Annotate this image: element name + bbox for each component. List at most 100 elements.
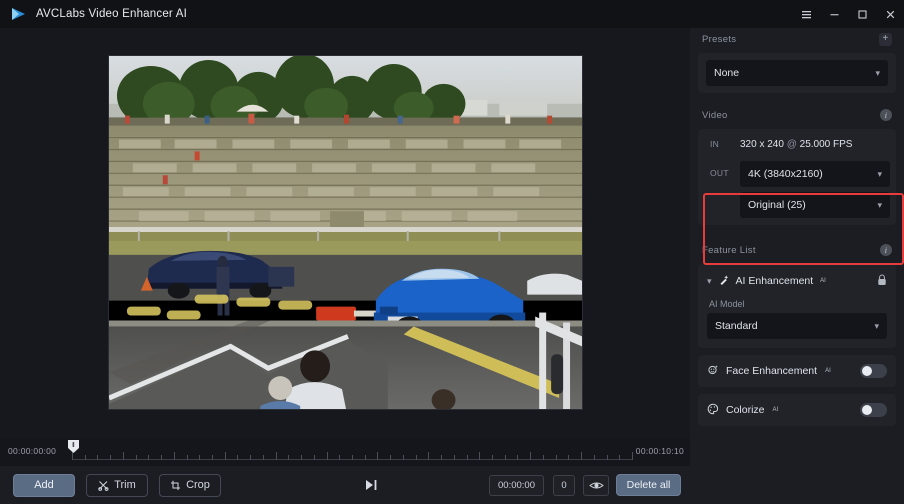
ruler-tick xyxy=(237,455,239,460)
crop-icon xyxy=(170,480,181,491)
ruler-tick xyxy=(530,452,532,460)
feature-list-section-label: Feature List xyxy=(702,244,756,256)
ruler-tick xyxy=(173,452,175,460)
playhead-marker[interactable] xyxy=(67,439,80,454)
ruler-tick xyxy=(301,455,303,460)
app-window: AVCLabs Video Enhancer AI 00:00:00:00 00… xyxy=(0,0,904,504)
colorize-toggle[interactable] xyxy=(860,403,887,417)
count-input-value: 0 xyxy=(561,479,567,491)
ruler-tick xyxy=(110,455,112,460)
trim-button[interactable]: Trim xyxy=(86,473,148,497)
ruler-tick xyxy=(593,455,595,460)
app-title: AVCLabs Video Enhancer AI xyxy=(36,8,187,20)
input-at-symbol: @ xyxy=(786,138,797,150)
ai-enhancement-row[interactable]: ▾ AI Enhancement AI xyxy=(707,270,887,292)
colorize-superscript: AI xyxy=(772,407,779,413)
ruler-tick xyxy=(250,455,252,460)
add-button-label: Add xyxy=(34,479,54,491)
ruler-tick xyxy=(364,455,366,460)
ruler-tick xyxy=(275,452,277,460)
chevron-down-icon: ▾ xyxy=(875,67,880,78)
ruler-tick xyxy=(492,455,493,460)
output-framerate-select[interactable]: Original (25) ▾ xyxy=(740,192,890,218)
ruler-tick xyxy=(199,455,201,460)
ruler-tick xyxy=(606,455,608,460)
ai-model-value: Standard xyxy=(715,320,758,332)
ruler-tick xyxy=(453,455,455,460)
ruler-tick xyxy=(122,452,124,460)
maximize-icon[interactable] xyxy=(848,0,876,28)
output-framerate-value: Original (25) xyxy=(748,199,806,211)
input-fps: 25.000 FPS xyxy=(799,138,853,150)
ruler-tick xyxy=(262,455,264,460)
timeline-ruler[interactable]: 00:00:00:00 00:00:10:10 xyxy=(0,438,690,466)
add-button[interactable]: Add xyxy=(13,473,75,497)
crop-button-label: Crop xyxy=(186,479,210,491)
minimize-icon[interactable] xyxy=(820,0,848,28)
ruler-tick xyxy=(632,452,633,460)
count-input[interactable]: 0 xyxy=(553,474,575,496)
crop-button[interactable]: Crop xyxy=(159,473,221,497)
title-bar: AVCLabs Video Enhancer AI xyxy=(0,0,904,28)
info-icon[interactable]: i xyxy=(880,109,892,121)
timeline-end-time: 00:00:10:10 xyxy=(635,446,684,456)
chevron-down-icon[interactable]: ▾ xyxy=(707,276,712,287)
input-video-row: IN 320 x 240 @ 25.000 FPS xyxy=(704,134,890,154)
delete-all-button[interactable]: Delete all xyxy=(616,474,681,496)
chevron-down-icon: ▾ xyxy=(874,320,879,331)
trim-button-label: Trim xyxy=(114,479,136,491)
ai-model-select[interactable]: Standard ▾ xyxy=(707,313,887,339)
ruler-tick xyxy=(581,452,583,460)
colorize-palette-icon xyxy=(707,403,719,418)
feature-list-section-header: Feature List i xyxy=(690,239,904,261)
video-preview[interactable] xyxy=(108,55,583,410)
ruler-tick xyxy=(339,455,341,460)
ruler-tick xyxy=(479,452,481,460)
ruler-tick xyxy=(288,455,290,460)
presets-section-header: Presets + xyxy=(690,28,904,50)
ruler-tick xyxy=(97,455,99,460)
preset-select[interactable]: None ▾ xyxy=(706,60,888,86)
face-enhancement-label: Face Enhancement xyxy=(726,365,818,377)
time-input[interactable]: 00:00:00 xyxy=(489,474,544,496)
ruler-tick xyxy=(161,455,163,460)
output-video-row: OUT 4K (3840x2160) ▾ Original (25) ▾ xyxy=(704,161,890,218)
play-to-end-icon[interactable] xyxy=(362,475,382,495)
ruler-tick xyxy=(428,452,430,460)
window-controls xyxy=(792,0,904,28)
magic-wand-icon xyxy=(718,274,730,289)
ruler-tick xyxy=(542,455,544,460)
face-enhancement-toggle[interactable] xyxy=(860,364,887,378)
video-section-header: Video i xyxy=(690,104,904,126)
plus-icon[interactable]: + xyxy=(879,32,892,46)
ruler-tick xyxy=(186,455,188,460)
ruler-tick xyxy=(224,452,226,460)
info-icon[interactable]: i xyxy=(880,244,892,256)
output-tag: OUT xyxy=(710,168,729,178)
output-selects: 4K (3840x2160) ▾ Original (25) ▾ xyxy=(740,161,890,218)
eye-icon[interactable] xyxy=(583,474,609,496)
hamburger-icon[interactable] xyxy=(792,0,820,28)
delete-all-label: Delete all xyxy=(626,479,671,491)
colorize-row[interactable]: Colorize AI xyxy=(698,394,896,426)
output-resolution-select[interactable]: 4K (3840x2160) ▾ xyxy=(740,161,890,187)
ruler-tick xyxy=(148,455,150,460)
ai-enhancement-superscript: AI xyxy=(820,278,826,284)
preview-stage xyxy=(0,28,690,438)
ruler-tick xyxy=(402,455,404,460)
face-enhancement-row[interactable]: Face Enhancement AI xyxy=(698,355,896,387)
ruler-tick xyxy=(135,455,137,460)
presets-section-label: Presets xyxy=(702,33,737,45)
ruler-ticks[interactable] xyxy=(72,444,633,460)
video-section-label: Video xyxy=(702,109,728,121)
ruler-tick xyxy=(517,455,519,460)
toggle-knob xyxy=(862,366,872,376)
lock-icon[interactable] xyxy=(877,274,887,289)
ai-enhancement-label: AI Enhancement xyxy=(735,275,814,287)
face-enhancement-icon xyxy=(707,364,719,379)
close-icon[interactable] xyxy=(876,0,904,28)
ai-model-label: AI Model xyxy=(709,299,745,309)
timeline-start-time: 00:00:00:00 xyxy=(8,446,57,456)
ruler-tick xyxy=(415,455,417,460)
ruler-tick xyxy=(466,455,468,460)
